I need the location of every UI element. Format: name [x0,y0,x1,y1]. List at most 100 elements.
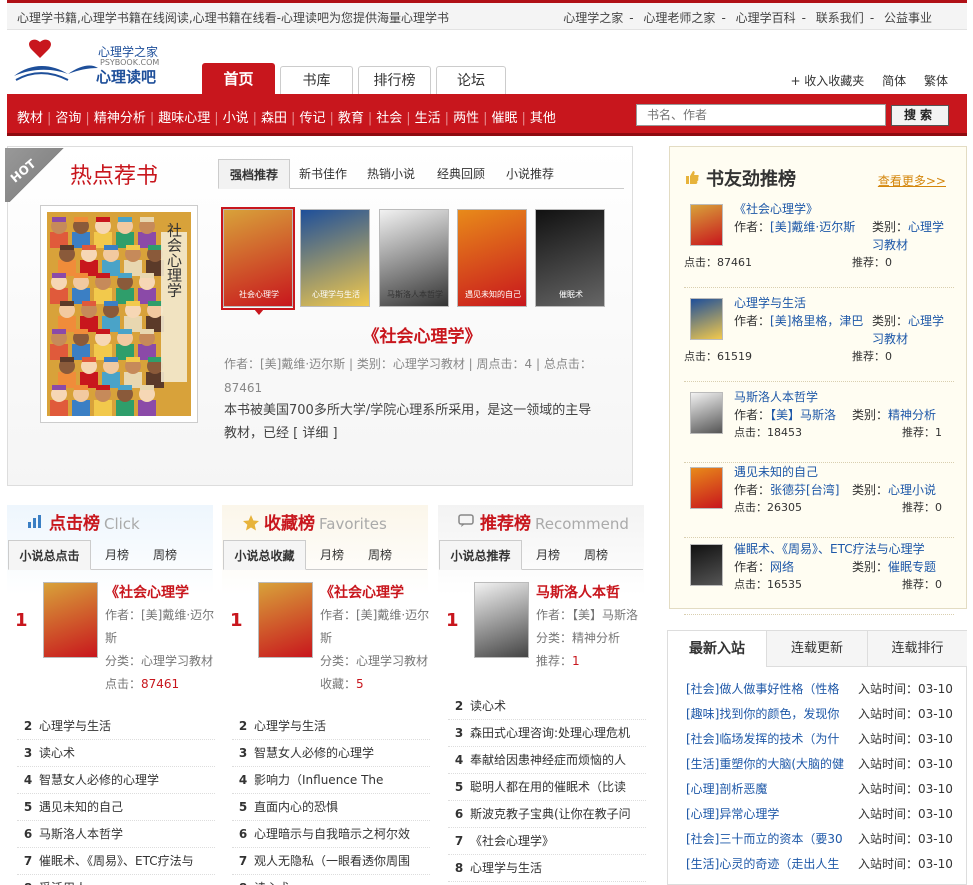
newest-row[interactable]: [社会]临场发挥的技术（为什 入站时间：03-10 [686,727,958,752]
list-item[interactable]: 8受活用人 [17,875,215,885]
newest-title[interactable]: 心灵的奇迹（走出人生 [719,852,874,877]
list-item[interactable]: 5 直面内心的恐惧 [232,794,430,821]
list-item[interactable]: 3 智慧女人必修的心理学 [232,740,430,767]
friend-author[interactable]: 【美】马斯洛 [770,408,836,422]
nav-item-8[interactable]: 社会 [376,107,402,126]
mini-cover-1[interactable]: 心理学与生活 [300,209,370,307]
friend-author[interactable]: 张德芬[台湾] [770,483,839,497]
list-item[interactable]: 6 马斯洛人本哲学 [17,821,215,848]
list-item[interactable]: 7 《社会心理学》 [448,828,646,855]
newest-row[interactable]: [生活]心灵的奇迹（走出人生 入站时间：03-10 [686,852,958,877]
rank-top-cover[interactable] [474,582,529,658]
featured-book-title[interactable]: 《社会心理学》 [222,322,622,347]
newest-row[interactable]: [心理]剖析恶魔 入站时间：03-10 [686,777,958,802]
list-item[interactable]: 8读心术 [232,875,430,885]
tab-home[interactable]: 首页 [202,63,275,94]
list-item-title[interactable]: 智慧女人必修的心理学 [254,746,374,760]
list-item[interactable]: 8 心理学与生活 [448,855,646,882]
list-item-title[interactable]: 读心术 [39,746,75,760]
list-item[interactable]: 2 心理学与生活 [17,713,215,740]
nav-item-12[interactable]: 其他 [530,107,556,126]
hot-tab-new[interactable]: 新书佳作 [294,159,352,189]
newest-title[interactable]: 做人做事好性格（性格 [719,677,874,702]
friend-author[interactable]: [美]戴维·迈尔斯 [770,220,855,234]
link-charity[interactable]: 公益事业 [884,11,932,25]
hot-tab-bestselling[interactable]: 热销小说 [362,159,420,189]
featured-book-cover[interactable]: 社会心理学 [40,205,198,423]
list-item-title[interactable]: 智慧女人必修的心理学 [39,773,159,787]
traditional-link[interactable]: 繁体 [924,74,948,88]
newest-title[interactable]: 临场发挥的技术（为什 [719,727,874,752]
list-item-title[interactable]: 马斯洛人本哲学 [39,827,123,841]
link-wiki[interactable]: 心理学百科 [736,11,796,25]
rank-top-name[interactable]: 《社会心理学 [105,582,215,602]
newest-cat[interactable]: [心理] [686,807,719,821]
list-item-title[interactable]: 心理学与生活 [470,861,542,875]
ranking-tab-2[interactable]: 周榜 [144,540,186,570]
friend-more-link[interactable]: 查看更多>> [878,172,946,189]
friend-author[interactable]: [美]格里格，津巴 [770,314,863,328]
site-logo[interactable]: 心理学之家 PSYBOOK.COM 心理读吧 [12,38,172,88]
list-item[interactable]: 4 智慧女人必修的心理学 [17,767,215,794]
rank-top-name[interactable]: 马斯洛人本哲 [536,582,646,602]
newest-title[interactable]: 三十而立的资本（要30 [719,827,874,852]
nav-item-5[interactable]: 森田 [261,107,287,126]
friend-item[interactable]: 马斯洛人本哲学 作者：【美】马斯洛 类别：精神分析 点击：18453 推荐：1 [684,388,954,463]
nav-item-6[interactable]: 传记 [299,107,325,126]
newest-title[interactable]: 找到你的颜色，发现你 [719,702,874,727]
newest-cat[interactable]: [趣味] [686,707,719,721]
friend-item[interactable]: 遇见未知的自己 作者：张德芬[台湾] 类别：心理小说 点击：26305 推荐：0 [684,463,954,538]
list-item[interactable]: 5 聪明人都在用的催眠术（比读 [448,774,646,801]
nav-item-10[interactable]: 两性 [453,107,479,126]
simplified-link[interactable]: 简体 [882,74,906,88]
hot-tab-strong[interactable]: 强档推荐 [218,159,290,189]
ranking-tab-1[interactable]: 月榜 [96,540,138,570]
nav-item-7[interactable]: 教育 [338,107,364,126]
newest-cat[interactable]: [生活] [686,857,719,871]
friend-item-name[interactable]: 《社会心理学》 [734,200,818,217]
list-item-title[interactable]: 直面内心的恐惧 [254,800,338,814]
nav-item-0[interactable]: 教材 [17,107,43,126]
list-item[interactable]: 2 读心术 [448,693,646,720]
list-item[interactable]: 4 影响力（Influence The [232,767,430,794]
tab-newest[interactable]: 最新入站 [668,631,766,667]
friend-item-name[interactable]: 心理学与生活 [734,294,806,311]
newest-row[interactable]: [心理]异常心理学 入站时间：03-10 [686,802,958,827]
link-contact[interactable]: 联系我们 [816,11,864,25]
add-favorite-link[interactable]: + 收入收藏夹 [790,74,864,88]
newest-title[interactable]: 剖析恶魔 [719,777,874,802]
ranking-tab-0[interactable]: 小说总点击 [8,540,91,570]
newest-row[interactable]: [趣味]找到你的颜色，发现你 入站时间：03-10 [686,702,958,727]
mini-cover-0[interactable]: 社会心理学 [223,209,293,307]
friend-item[interactable]: 《社会心理学》 作者：[美]戴维·迈尔斯 类别：心理学习教材 点击：87461 推荐：0 [684,200,954,288]
list-item-title[interactable]: 心理学与生活 [39,719,111,733]
list-item-title[interactable]: 《社会心理学》 [470,834,554,848]
search-input[interactable] [637,105,885,125]
list-item[interactable]: 7 观人无隐私（一眼看透你周围 [232,848,430,875]
rank-top-cover[interactable] [258,582,313,658]
ranking-tab-2[interactable]: 周榜 [575,540,617,570]
list-item-title[interactable]: 心理学与生活 [254,719,326,733]
list-item-title[interactable]: 读心术 [470,699,506,713]
mini-cover-3[interactable]: 遇见未知的自己 [457,209,527,307]
friend-item-name[interactable]: 马斯洛人本哲学 [734,388,818,405]
list-item-title[interactable]: 受活用人 [39,881,87,885]
mini-cover-4[interactable]: 催眠术 [535,209,605,307]
newest-row[interactable]: [社会]做人做事好性格（性格 入站时间：03-10 [686,677,958,702]
nav-item-3[interactable]: 趣味心理 [158,107,210,126]
nav-item-2[interactable]: 精神分析 [94,107,146,126]
list-item[interactable]: 5 遇见未知的自己 [17,794,215,821]
friend-item-cover[interactable] [690,544,723,586]
ranking-tab-0[interactable]: 小说总收藏 [223,540,306,570]
list-item[interactable]: 7 催眠术、《周易》、ETC疗法与 [17,848,215,875]
list-item-title[interactable]: 读心术 [254,881,290,885]
hot-tab-novel[interactable]: 小说推荐 [500,159,560,189]
newest-cat[interactable]: [社会] [686,732,719,746]
tab-serial-rank[interactable]: 连载排行 [867,631,967,667]
tab-forum[interactable]: 论坛 [436,66,506,94]
friend-item-cover[interactable] [690,204,723,246]
friend-cat-value[interactable]: 催眠专题 [888,560,936,574]
ranking-tab-2[interactable]: 周榜 [359,540,401,570]
friend-item-name[interactable]: 遇见未知的自己 [734,463,818,480]
list-item[interactable]: 2 心理学与生活 [232,713,430,740]
